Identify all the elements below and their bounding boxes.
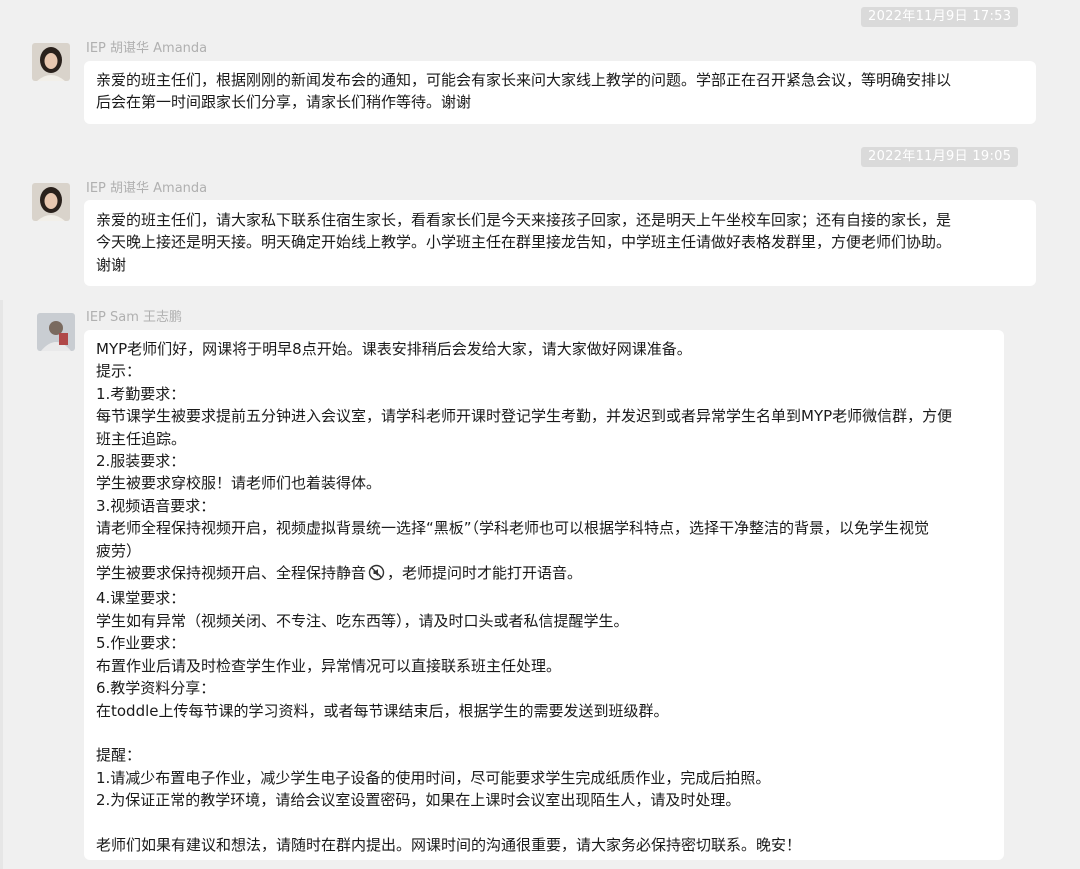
message-line: 今天晚上接还是明天接。明天确定开始线上教学。小学班主任在群里接龙告知，中学班主任… [96, 233, 952, 252]
message-line: 学生被要求穿校服！请老师们也着装得体。 [96, 474, 382, 493]
selection-indicator [0, 300, 3, 869]
message-bubble[interactable]: MYP老师们好，网课将于明早8点开始。课表安排稍后会发给大家，请大家做好网课准备… [84, 330, 1004, 860]
message-line: 6.教学资料分享： [96, 679, 216, 698]
message-line: 疲劳） [96, 541, 142, 560]
sender-name: IEP 胡谌华 Amanda [86, 181, 208, 196]
sender-name: IEP Sam 王志鹏 [86, 310, 183, 325]
sender-avatar[interactable] [37, 313, 75, 351]
message-line: 谢谢 [96, 255, 127, 274]
message-line: 布置作业后请及时检查学生作业，异常情况可以直接联系班主任处理。 [96, 656, 562, 675]
message-text: ，老师提问时才能打开语音。 [387, 564, 583, 583]
message-text: 学生被要求保持视频开启、全程保持静音 [96, 564, 367, 583]
message-line: 班主任追踪。 [96, 429, 187, 448]
message-line: MYP老师们好，网课将于明早8点开始。课表安排稍后会发给大家，请大家做好网课准备… [96, 340, 692, 358]
sender-avatar[interactable] [32, 183, 70, 221]
message-line: 2.服装要求： [96, 452, 186, 471]
message-line: 后会在第一时间跟家长们分享，请家长们稍作等待。谢谢 [96, 93, 472, 112]
message-line: 学生如有异常（视频关闭、不专注、吃东西等），请及时口头或者私信提醒学生。 [96, 611, 629, 630]
message-line: 请老师全程保持视频开启，视频虚拟背景统一选择“黑板”（学科老师也可以根据学科特点… [96, 519, 930, 538]
message-timestamp: 2022年11月9日 17:53 [861, 7, 1019, 27]
message-line: 4.课堂要求： [96, 589, 186, 608]
message-line: 5.作业要求： [96, 634, 186, 653]
message-line: 2.为保证正常的教学环境，请给会议室设置密码，如果在上课时会议室出现陌生人，请及… [96, 791, 741, 810]
message-line: 1.考勤要求： [96, 384, 186, 403]
message-bubble[interactable]: 亲爱的班主任们，请大家私下联系住宿生家长，看看家长们是今天来接孩子回家，还是明天… [84, 200, 1036, 286]
message-line: 每节课学生被要求提前五分钟进入会议室，请学科老师开课时登记学生考勤，并发迟到或者… [96, 407, 953, 426]
message-bubble[interactable]: 亲爱的班主任们，根据刚刚的新闻发布会的通知，可能会有家长来问大家线上教学的问题。… [84, 61, 1036, 124]
message-line-with-icon: 学生被要求保持视频开启、全程保持静音 ，老师提问时才能打开语音。 [96, 562, 1004, 587]
message-line: 1.请减少布置电子作业，减少学生电子设备的使用时间，尽可能要求学生完成纸质作业，… [96, 768, 771, 787]
message-line: 3.视频语音要求： [96, 496, 216, 515]
message-line: 亲爱的班主任们，请大家私下联系住宿生家长，看看家长们是今天来接孩子回家，还是明天… [96, 211, 952, 229]
message-timestamp: 2022年11月9日 19:05 [861, 147, 1019, 167]
message-line: 提示： [96, 362, 142, 381]
mute-icon [368, 564, 385, 587]
message-line: 在toddle上传每节课的学习资料，或者每节课结束后，根据学生的需要发送到班级群… [96, 701, 669, 720]
message-line: 亲爱的班主任们，根据刚刚的新闻发布会的通知，可能会有家长来问大家线上教学的问题。… [96, 71, 952, 89]
sender-avatar[interactable] [32, 43, 70, 81]
message-line: 老师们如果有建议和想法，请随时在群内提出。网课时间的沟通很重要，请大家务必保持密… [96, 835, 802, 854]
sender-name: IEP 胡谌华 Amanda [86, 41, 208, 56]
message-line: 提醒： [96, 746, 142, 765]
chat-history: 2022年11月9日 17:53 IEP 胡谌华 Amanda 亲爱的班主任们，… [0, 0, 1080, 869]
